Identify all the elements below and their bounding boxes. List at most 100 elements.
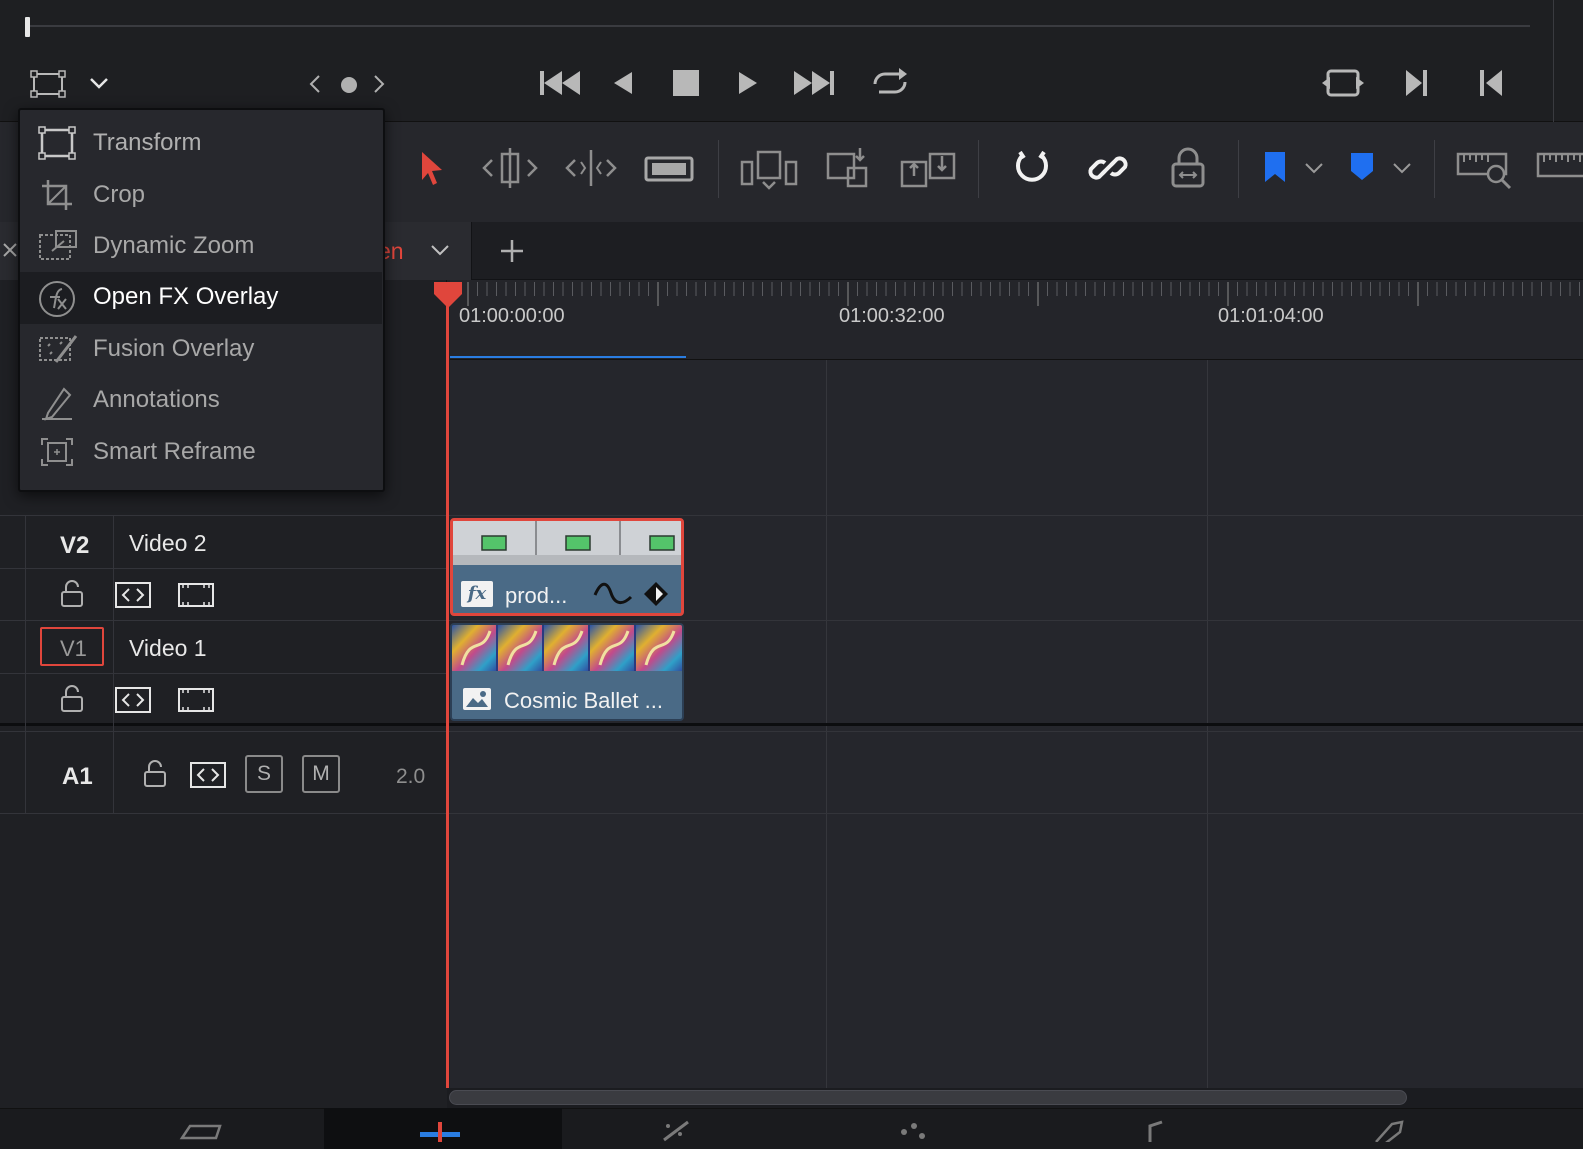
viewer-scrubber-track[interactable] [28,25,1530,27]
razor-blade-icon [644,156,694,182]
lock-track-button[interactable] [143,760,167,788]
chevron-right-icon [374,75,385,93]
track-name-v1[interactable]: Video 1 [129,635,207,662]
lock-track-button[interactable] [60,685,84,713]
timeline-clip-v1[interactable]: Cosmic Ballet ... [450,623,684,721]
arrow-pointer-icon [422,152,442,185]
track-id-v2: V2 [60,532,90,559]
next-edit-button[interactable] [1404,68,1430,98]
menu-item-transform[interactable]: Transform [20,118,382,170]
flag-icon [1265,152,1285,182]
stop-button[interactable] [672,68,700,98]
timeline-tab-dropdown[interactable] [429,242,451,258]
marker-button[interactable] [1348,150,1376,184]
flag-button[interactable] [1262,150,1288,186]
dynamic-trim-tool-button[interactable] [563,146,619,190]
auto-track-select-button[interactable] [115,582,151,608]
menu-item-label: Fusion Overlay [93,335,255,362]
loop-button[interactable] [867,64,913,102]
close-tab-button[interactable] [0,240,20,260]
edit-page-icon[interactable] [418,1118,462,1142]
overwrite-clip-icon [826,148,868,188]
mute-track-button[interactable]: M [302,755,340,793]
play-icon [739,72,757,94]
match-frame-icon [1322,69,1364,97]
replace-clip-icon [900,152,956,188]
timeline-clip-v2[interactable]: fx prod... [450,518,684,616]
smart-reframe-icon [38,435,76,469]
menu-item-open-fx-overlay[interactable]: Open FX Overlay [20,272,382,324]
auto-select-icon [115,582,151,608]
marker-color-dropdown[interactable] [1392,160,1412,176]
lock-icon [61,580,83,607]
fusion-page-icon[interactable] [658,1118,698,1142]
previous-overlay-button[interactable] [306,72,324,96]
track-id-a1: A1 [62,763,93,790]
overwrite-clip-button[interactable] [824,146,874,190]
match-frame-button[interactable] [1322,66,1364,100]
track-separator [0,731,1583,732]
viewer-transport-bar [0,0,1583,122]
fusion-overlay-icon [38,332,80,366]
next-overlay-button[interactable] [370,72,388,96]
previous-edit-button[interactable] [1478,68,1504,98]
zoom-to-fit-button[interactable] [1456,148,1514,190]
film-strip-icon [178,583,214,607]
track-id-v1: V1 [60,636,87,661]
auto-track-select-button[interactable] [115,687,151,713]
disable-track-button[interactable] [178,688,214,712]
reverse-play-button[interactable] [610,67,636,99]
linked-selection-toggle[interactable] [1088,148,1128,188]
deliver-page-icon[interactable] [1370,1118,1406,1142]
ruler-timecode: 01:00:00:00 [459,305,565,327]
solo-track-button[interactable]: S [245,755,283,793]
dynamic-zoom-icon [38,229,80,263]
transform-rectangle-icon [30,70,66,98]
menu-item-dynamic-zoom[interactable]: Dynamic Zoom [20,221,382,273]
play-button[interactable] [735,67,761,99]
clip-thumbnails [452,625,682,671]
menu-item-smart-reframe[interactable]: Smart Reframe [20,427,382,479]
cut-page-icon[interactable] [178,1118,226,1142]
position-lock-toggle[interactable] [1168,146,1208,190]
lock-icon [144,760,166,787]
selection-tool-button[interactable] [418,150,446,186]
scrollbar-thumb[interactable] [449,1090,1407,1105]
fx-icon [38,280,76,318]
insert-clip-button[interactable] [740,148,798,190]
viewer-scrubber-handle[interactable] [25,17,30,37]
snapping-toggle[interactable] [1012,146,1052,190]
viewer-mode-button[interactable] [30,70,66,98]
menu-item-crop[interactable]: Crop [20,170,382,222]
blade-tool-button[interactable] [644,152,694,186]
playhead-handle[interactable] [432,280,464,310]
zoom-ruler-button[interactable] [1536,152,1583,184]
go-to-start-button[interactable] [538,67,582,99]
add-timeline-tab-button[interactable] [498,237,526,265]
flag-color-dropdown[interactable] [1304,160,1324,176]
header-divider [25,515,26,813]
disable-track-button[interactable] [178,583,214,607]
track-name-v2[interactable]: Video 2 [129,530,207,557]
insert-clip-icon [740,150,798,190]
track-separator [0,620,1583,621]
chevron-down-icon [1393,163,1411,174]
overlay-dot-button[interactable] [340,76,358,94]
track-separator [0,515,1583,516]
trim-edit-tool-button[interactable] [482,146,538,190]
viewer-divider [1553,0,1554,122]
viewer-mode-dropdown-button[interactable] [88,74,110,92]
menu-item-annotations[interactable]: Annotations [20,375,382,427]
chevron-left-icon [309,75,320,93]
auto-track-select-button[interactable] [190,762,226,788]
menu-item-label: Crop [93,181,146,208]
replace-clip-button[interactable] [900,146,958,190]
menu-item-label: Smart Reframe [93,438,256,465]
fairlight-page-icon[interactable] [1140,1118,1170,1142]
lock-track-button[interactable] [60,580,84,608]
go-to-end-button[interactable] [792,67,836,99]
menu-item-fusion-overlay[interactable]: Fusion Overlay [20,324,382,376]
marker-icon [1351,153,1373,180]
color-page-icon[interactable] [894,1118,930,1142]
dot-icon [341,77,357,93]
